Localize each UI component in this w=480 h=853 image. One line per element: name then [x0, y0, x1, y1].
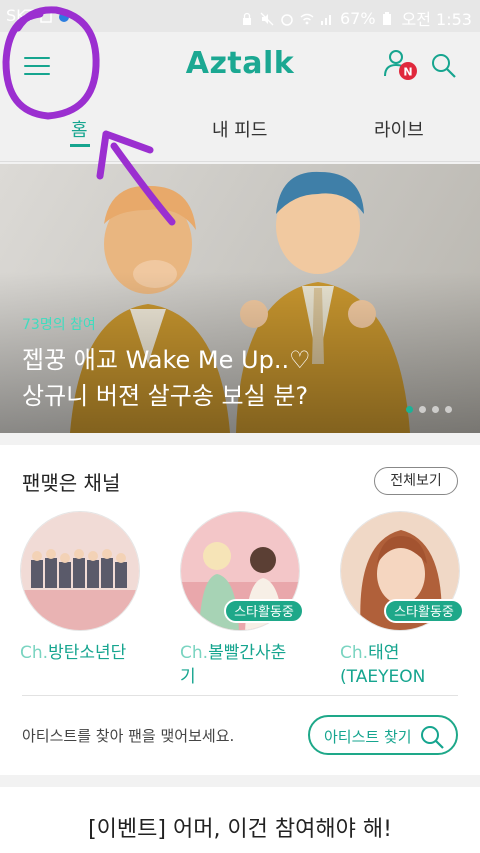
tab-live[interactable]: 라이브 [374, 116, 424, 142]
fan-channels-section: 팬맺은 채널 전체보기 Ch.방탄소년단 스타활동중 Ch.볼빨간사춘 기 스타… [0, 445, 480, 775]
star-active-badge: 스타활동중 [384, 599, 464, 623]
section-divider [22, 695, 458, 696]
carousel-dot[interactable] [432, 406, 439, 413]
battery-percent: 67% [339, 8, 376, 28]
clock: 오전 1:53 [401, 10, 472, 29]
find-artist-label: 아티스트 찾기 [324, 728, 412, 746]
hero-banner[interactable]: 73명의 참여 젭꿍 애교 Wake Me Up..♡ 상규니 버젼 살구송 보… [0, 164, 480, 433]
signal-icon [320, 11, 334, 25]
status-bar: SKT 67% 오전 1:53 [0, 0, 480, 32]
find-artist-prompt: 아티스트를 찾아 팬을 맺어보세요. [22, 727, 235, 745]
channel-name: Ch.볼빨간사춘 기 [180, 643, 287, 687]
view-all-button[interactable]: 전체보기 [374, 467, 458, 495]
sim-icon [39, 9, 53, 23]
channel-name: Ch.태연 (TAEYEON [340, 643, 426, 687]
hero-title-line2: 상규니 버젼 살구송 보실 분? [22, 382, 309, 410]
find-artist-button[interactable]: 아티스트 찾기 [308, 715, 458, 755]
channel-card-bol4[interactable]: 스타활동중 Ch.볼빨간사춘 기 [180, 511, 304, 687]
star-active-badge: 스타활동중 [224, 599, 304, 623]
carousel-dot[interactable] [419, 406, 426, 413]
profile-button[interactable]: N [382, 46, 422, 86]
channel-card-taeyeon[interactable]: 스타활동중 Ch.태연 (TAEYEON [340, 511, 464, 687]
carousel-dot[interactable] [445, 406, 452, 413]
tab-my-feed[interactable]: 내 피드 [212, 116, 267, 142]
battery-icon [382, 11, 396, 25]
section-title: 팬맺은 채널 [22, 471, 121, 495]
channel-name: Ch.방탄소년단 [20, 643, 127, 663]
search-icon [421, 726, 444, 749]
event-section[interactable]: [이벤트] 어머, 이건 참여해야 해! [0, 787, 480, 853]
channel-avatar [20, 511, 140, 631]
app-header: Aztalk N [0, 32, 480, 100]
carousel-dot[interactable] [406, 406, 413, 413]
channel-card-bts[interactable]: Ch.방탄소년단 [20, 511, 140, 663]
search-icon [432, 54, 456, 78]
app-icon [57, 9, 71, 23]
event-title: [이벤트] 어머, 이건 참여해야 해! [88, 817, 392, 842]
lock-icon [240, 11, 254, 25]
search-button[interactable] [428, 50, 460, 82]
tab-active-indicator [70, 144, 90, 147]
alarm-icon [280, 11, 294, 26]
mute-icon [260, 11, 274, 26]
tab-bar: 홈 내 피드 라이브 [0, 100, 480, 162]
tab-home[interactable]: 홈 [71, 116, 88, 142]
hero-title-line1: 젭꿍 애교 Wake Me Up..♡ [22, 346, 311, 374]
carrier-label: SKT [6, 6, 36, 25]
notification-badge: N [403, 66, 412, 79]
hero-participant-count: 73명의 참여 [22, 317, 96, 333]
carousel-dots [406, 406, 452, 413]
user-icon: N [384, 50, 417, 80]
wifi-icon [300, 11, 314, 25]
